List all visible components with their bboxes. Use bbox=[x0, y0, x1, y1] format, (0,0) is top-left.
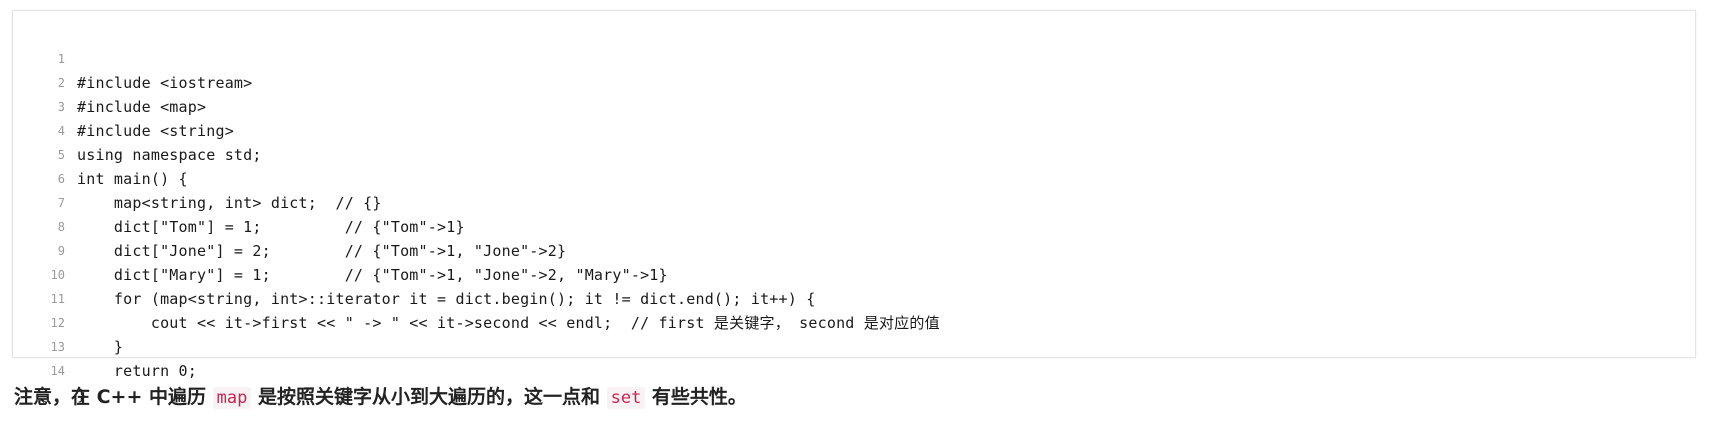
code-line: 11 cout << it->first << " -> " << it->se… bbox=[13, 263, 940, 332]
line-number: 11 bbox=[50, 292, 65, 306]
code-line: 5 int main() { bbox=[13, 119, 188, 188]
note-text: 是按照关键字从小到大遍历的，这一点和 bbox=[251, 386, 607, 408]
code-text: cout << it->first << " -> " << it->secon… bbox=[77, 314, 940, 332]
code-text: dict["Jone"] = 2; // {"Tom"->1, "Jone"->… bbox=[77, 242, 567, 260]
line-number: 13 bbox=[50, 340, 65, 354]
line-number: 1 bbox=[57, 52, 65, 66]
inline-code-set: set bbox=[606, 387, 646, 409]
explanation-note: 注意，在 C++ 中遍历 map 是按照关键字从小到大遍历的，这一点和 set … bbox=[14, 382, 747, 412]
code-text: #include <iostream> bbox=[77, 74, 253, 92]
code-line: 13 return 0; bbox=[13, 311, 197, 380]
line-number: 3 bbox=[57, 100, 65, 114]
code-line: 3 #include <string> bbox=[13, 71, 234, 140]
line-number: 9 bbox=[57, 244, 65, 258]
code-line: 1 #include <iostream> bbox=[13, 23, 252, 92]
code-text: return 0; bbox=[77, 362, 197, 380]
code-text: dict["Mary"] = 1; // {"Tom"->1, "Jone"->… bbox=[77, 266, 668, 284]
code-text: for (map<string, int>::iterator it = dic… bbox=[77, 290, 816, 308]
code-block: 1 #include <iostream> 2 #include <map> 3… bbox=[12, 10, 1696, 404]
note-text: 有些共性。 bbox=[645, 386, 747, 408]
code-line: 4 using namespace std; bbox=[13, 95, 262, 164]
line-number: 6 bbox=[57, 172, 65, 186]
code-line: 2 #include <map> bbox=[13, 47, 206, 116]
code-line: 10 for (map<string, int>::iterator it = … bbox=[13, 239, 816, 308]
line-number: 5 bbox=[57, 148, 65, 162]
code-line: 12 } bbox=[13, 287, 123, 356]
line-number: 14 bbox=[50, 364, 65, 378]
line-number: 8 bbox=[57, 220, 65, 234]
inline-code-map: map bbox=[212, 387, 252, 409]
code-text: #include <map> bbox=[77, 98, 207, 116]
line-number: 7 bbox=[57, 196, 65, 210]
code-text: map<string, int> dict; // {} bbox=[77, 194, 382, 212]
code-text: using namespace std; bbox=[77, 146, 262, 164]
code-line: 9 dict["Mary"] = 1; // {"Tom"->1, "Jone"… bbox=[13, 215, 668, 284]
code-line: 7 dict["Tom"] = 1; // {"Tom"->1} bbox=[13, 167, 465, 236]
code-text: #include <string> bbox=[77, 122, 234, 140]
line-number: 12 bbox=[50, 316, 65, 330]
code-line: 6 map<string, int> dict; // {} bbox=[13, 143, 382, 212]
code-line: 14 } bbox=[13, 335, 86, 404]
code-text: } bbox=[77, 338, 124, 356]
line-number: 10 bbox=[50, 268, 65, 282]
line-number: 4 bbox=[57, 124, 65, 138]
code-line: 8 dict["Jone"] = 2; // {"Tom"->1, "Jone"… bbox=[13, 191, 566, 260]
code-text: int main() { bbox=[77, 170, 188, 188]
note-text: 注意，在 C++ 中遍历 bbox=[14, 386, 213, 408]
line-number: 2 bbox=[57, 76, 65, 90]
code-text: dict["Tom"] = 1; // {"Tom"->1} bbox=[77, 218, 465, 236]
